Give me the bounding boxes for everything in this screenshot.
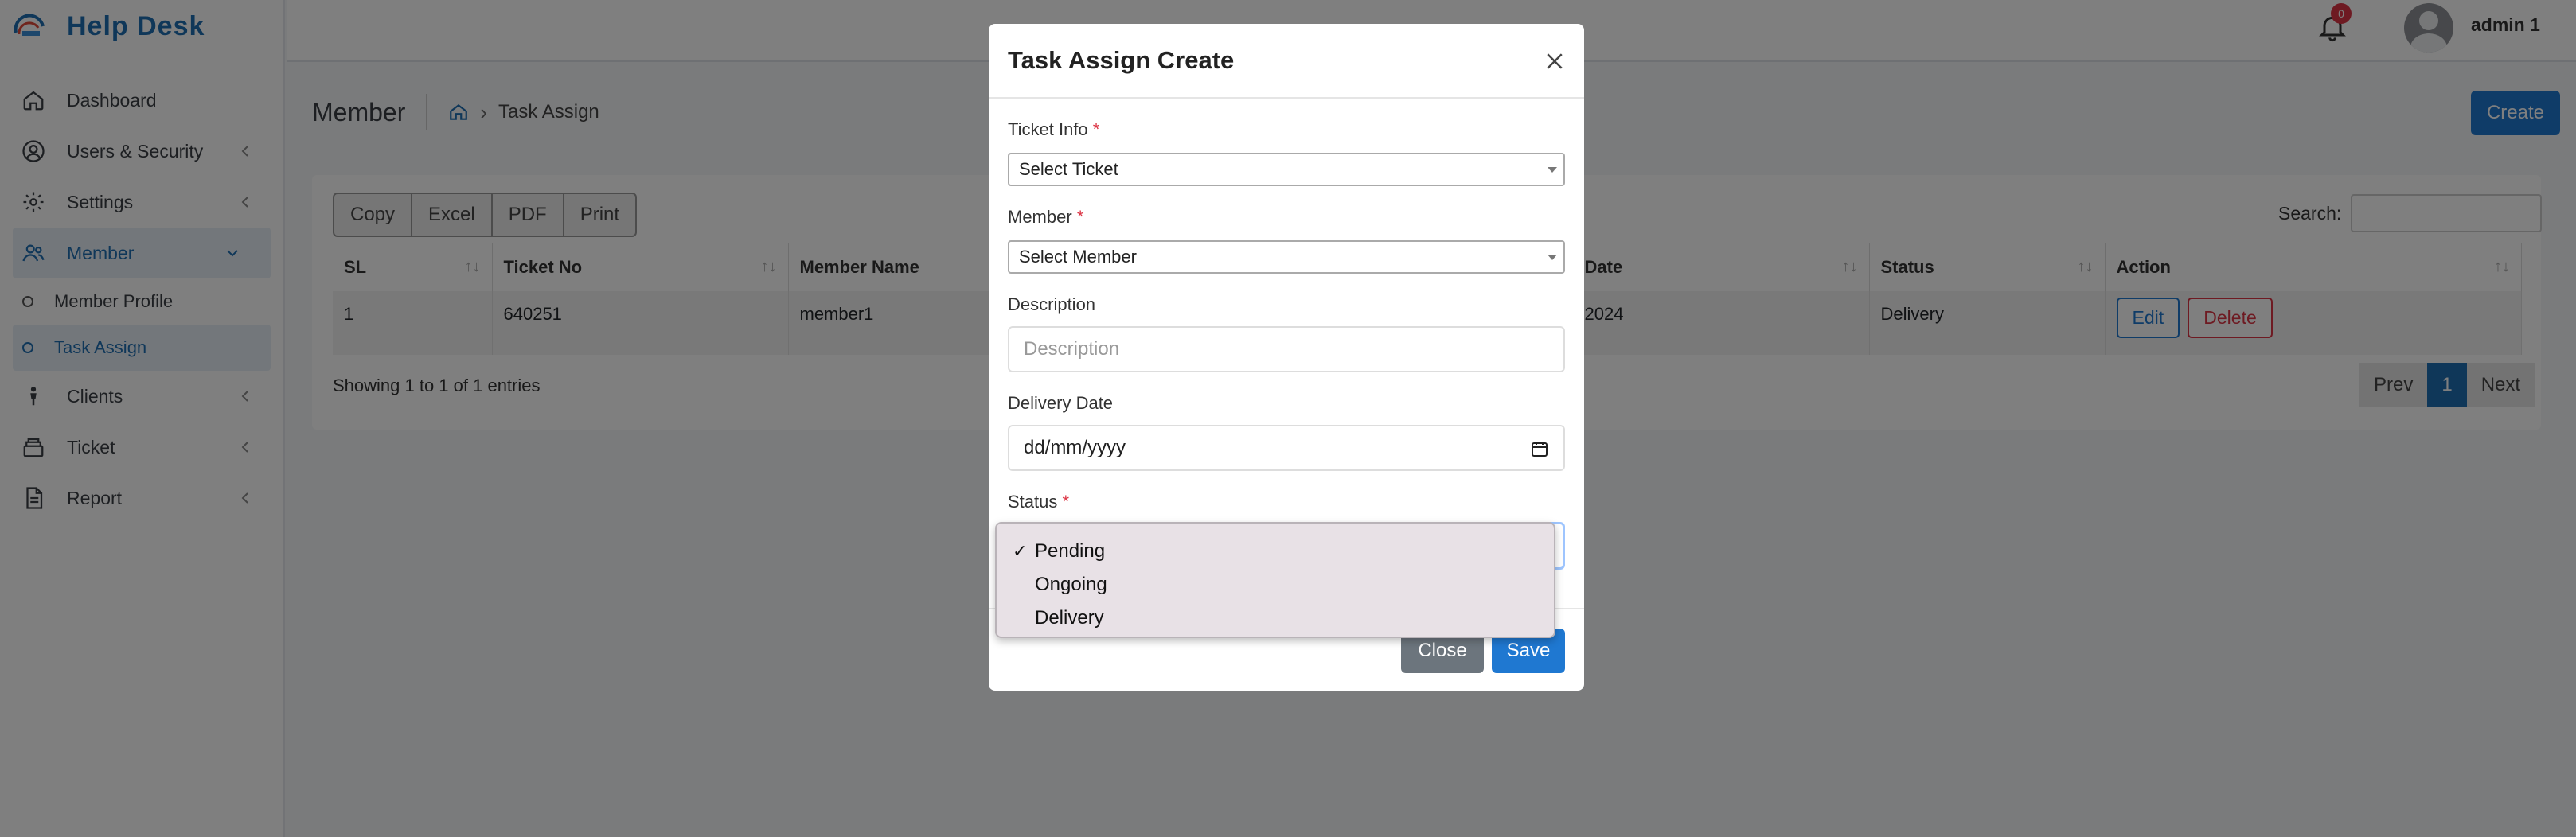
delivery-date-label: Delivery Date xyxy=(1008,393,1114,413)
description-label: Description xyxy=(1008,294,1096,314)
status-option-pending[interactable]: ✓ Pending xyxy=(997,535,1554,568)
modal-title: Task Assign Create xyxy=(1008,46,1235,74)
description-input[interactable]: Description xyxy=(1008,326,1565,372)
checkmark-icon: ✓ xyxy=(1013,541,1028,561)
ticket-select[interactable]: Select Ticket xyxy=(1008,153,1565,186)
caret-down-icon xyxy=(1548,255,1557,260)
status-label: Status * xyxy=(1008,492,1070,512)
status-option-delivery[interactable]: Delivery xyxy=(997,601,1554,635)
ticket-info-label: Ticket Info * xyxy=(1008,119,1100,139)
calendar-icon[interactable] xyxy=(1530,439,1549,458)
member-label: Member * xyxy=(1008,207,1084,227)
member-select[interactable]: Select Member xyxy=(1008,240,1565,274)
modal-header: Task Assign Create xyxy=(989,24,1584,99)
status-dropdown-list: ✓ Pending Ongoing Delivery xyxy=(995,522,1555,638)
close-icon[interactable] xyxy=(1543,49,1567,73)
delivery-date-input[interactable]: dd/mm/yyyy xyxy=(1008,425,1565,471)
caret-down-icon xyxy=(1548,167,1557,173)
status-option-ongoing[interactable]: Ongoing xyxy=(997,568,1554,601)
